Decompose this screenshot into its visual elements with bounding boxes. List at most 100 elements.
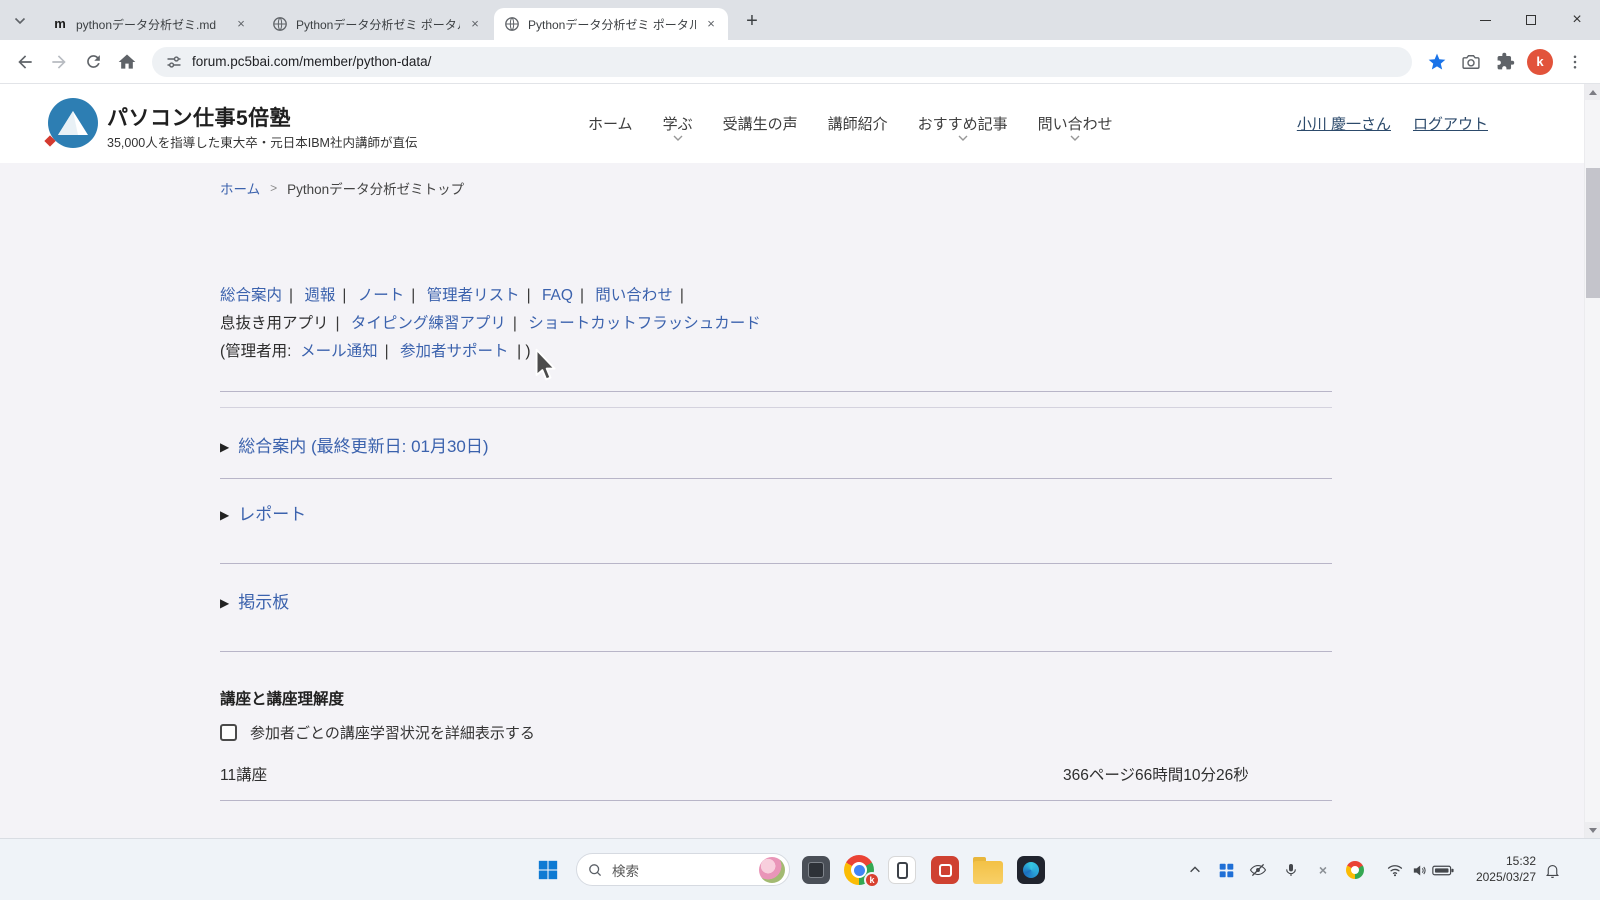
logout-link[interactable]: ログアウト [1413, 113, 1488, 134]
tab-search-button[interactable] [8, 9, 32, 33]
scrollbar-up-button[interactable] [1585, 84, 1600, 100]
nav-label: おすすめ記事 [918, 116, 1008, 133]
home-button[interactable] [110, 45, 144, 79]
back-button[interactable] [8, 45, 42, 79]
start-button[interactable] [528, 850, 568, 890]
taskbar-app-red[interactable] [925, 850, 965, 890]
site-logo[interactable] [48, 98, 98, 148]
maximize-button[interactable] [1508, 0, 1554, 40]
nav-item-instructors[interactable]: 講師紹介 [828, 113, 888, 134]
link-shortcut-flashcards[interactable]: ショートカットフラッシュカード [528, 315, 761, 332]
windows-taskbar: 検索 k × 15:32 2025/03/27 [0, 838, 1600, 900]
site-info-icon[interactable] [166, 54, 182, 70]
nav-label: 受講生の声 [723, 116, 798, 133]
page-viewport: パソコン仕事5倍塾 35,000人を指導した東大卒・元日本IBM社内講師が直伝 … [0, 84, 1600, 838]
bookmark-star-icon[interactable] [1420, 45, 1454, 79]
triangle-icon: ▶ [220, 440, 229, 454]
link-faq[interactable]: FAQ [542, 287, 573, 304]
separator: | [342, 287, 346, 304]
breadcrumb-home-link[interactable]: ホーム [220, 178, 260, 198]
tab-close-icon[interactable]: × [232, 15, 250, 33]
tray-wifi[interactable] [1383, 858, 1407, 882]
minimize-button[interactable] [1462, 0, 1508, 40]
speaker-icon [1411, 862, 1428, 879]
section-general-guide[interactable]: ▶総合案内 (最終更新日: 01月30日) [220, 435, 489, 459]
course-count: 11講座 [220, 765, 267, 787]
taskbar-app-dark[interactable] [1011, 850, 1051, 890]
nav-item-contact[interactable]: 問い合わせ [1038, 113, 1113, 134]
taskbar-search[interactable]: 検索 [576, 853, 790, 886]
tray-chevron-up[interactable] [1183, 858, 1207, 882]
tray-microphone[interactable] [1279, 858, 1303, 882]
user-name-link[interactable]: 小川 慶一さん [1297, 113, 1391, 134]
close-icon: × [1572, 11, 1581, 29]
tray-colorful-app[interactable] [1343, 858, 1367, 882]
tab-close-icon[interactable]: × [702, 15, 720, 33]
close-button[interactable]: × [1554, 0, 1600, 40]
browser-tab-portal-1[interactable]: Pythonデータ分析ゼミ ポータルトッ × [262, 8, 492, 40]
forward-button[interactable] [42, 45, 76, 79]
tray-battery[interactable] [1431, 858, 1455, 882]
url-bar[interactable]: forum.pc5bai.com/member/python-data/ [152, 47, 1412, 77]
phone-shape [897, 862, 908, 879]
reload-button[interactable] [76, 45, 110, 79]
new-tab-button[interactable]: + [738, 8, 766, 36]
tray-volume[interactable] [1407, 858, 1431, 882]
taskbar-app-chrome[interactable]: k [839, 850, 879, 890]
link-contact[interactable]: 問い合わせ [595, 287, 673, 304]
taskbar-app-explorer[interactable] [968, 850, 1008, 890]
terminal-icon [802, 856, 830, 884]
camera-icon[interactable] [1454, 45, 1488, 79]
taskbar-app-phone[interactable] [882, 850, 922, 890]
nav-item-learn[interactable]: 学ぶ [663, 113, 693, 134]
search-daily-image[interactable] [759, 857, 785, 883]
tray-close-app[interactable]: × [1311, 858, 1335, 882]
section-bulletin-board[interactable]: ▶ 掲示板 [220, 591, 289, 615]
scrollbar-down-button[interactable] [1585, 822, 1600, 838]
quick-links: 総合案内| 週報| ノート| 管理者リスト| FAQ| 問い合わせ| 息抜き用ア… [220, 282, 1332, 366]
reload-icon [84, 52, 103, 71]
separator: | [336, 315, 340, 332]
dark-app-icon [1017, 856, 1045, 884]
link-general-guide[interactable]: 総合案内 [220, 287, 282, 304]
nav-label: 学ぶ [663, 116, 693, 133]
course-stats: 11講座 366ページ66時間10分26秒 [220, 765, 1332, 787]
browser-tab-markdown[interactable]: m pythonデータ分析ゼミ.md × [42, 8, 258, 40]
link-typing-app[interactable]: タイピング練習アプリ [351, 315, 506, 332]
link-notes[interactable]: ノート [358, 287, 405, 304]
tray-grid-app[interactable] [1214, 858, 1238, 882]
extensions-icon[interactable] [1488, 45, 1522, 79]
url-text[interactable]: forum.pc5bai.com/member/python-data/ [192, 54, 431, 69]
section-title: 掲示板 [238, 593, 289, 612]
notification-bell[interactable] [1540, 858, 1564, 882]
search-icon [587, 862, 603, 878]
browser-tab-portal-2-active[interactable]: Pythonデータ分析ゼミ ポータルトッ × [494, 8, 728, 40]
menu-dots-icon[interactable] [1558, 45, 1592, 79]
tray-eye-app[interactable] [1246, 858, 1270, 882]
link-participant-support[interactable]: 参加者サポート [400, 343, 509, 360]
search-placeholder: 検索 [612, 860, 639, 880]
quick-links-row-3: (管理者用: メール通知| 参加者サポート | ) [220, 338, 1332, 366]
detail-checkbox[interactable] [220, 724, 237, 741]
page-scrollbar[interactable] [1584, 84, 1600, 838]
link-mail-notification[interactable]: メール通知 [300, 343, 378, 360]
divider [220, 391, 1332, 392]
breadcrumb-separator: > [270, 181, 277, 195]
tab-close-icon[interactable]: × [466, 15, 484, 33]
maximize-icon [1526, 15, 1536, 25]
nav-item-home[interactable]: ホーム [588, 113, 633, 134]
nav-item-articles[interactable]: おすすめ記事 [918, 113, 1008, 134]
red-app-icon [931, 856, 959, 884]
taskbar-clock[interactable]: 15:32 2025/03/27 [1462, 853, 1536, 885]
scrollbar-thumb[interactable] [1586, 168, 1600, 298]
link-admin-list[interactable]: 管理者リスト [427, 287, 520, 304]
nav-item-testimonials[interactable]: 受講生の声 [723, 113, 798, 134]
section-report[interactable]: ▶レポート [220, 503, 306, 527]
link-weekly-report[interactable]: 週報 [304, 287, 335, 304]
home-icon [117, 52, 137, 72]
relax-apps-label: 息抜き用アプリ [220, 315, 329, 332]
taskbar-app-terminal[interactable] [796, 850, 836, 890]
profile-avatar[interactable]: k [1527, 49, 1553, 75]
separator: | [411, 287, 415, 304]
triangle-icon: ▶ [220, 596, 229, 610]
